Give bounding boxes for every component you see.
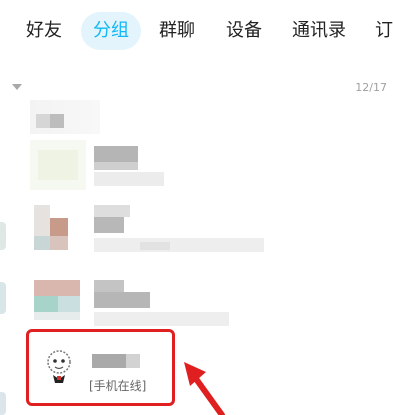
pixelated-avatar bbox=[50, 114, 64, 128]
pixelated-avatar bbox=[34, 280, 80, 296]
pixelated-avatar bbox=[34, 296, 58, 312]
pixelated-avatar bbox=[50, 218, 68, 236]
edge-artifact bbox=[0, 392, 6, 415]
tab-subscriptions[interactable]: 订 bbox=[375, 12, 393, 50]
tab-group-chats[interactable]: 群聊 bbox=[159, 12, 195, 50]
pixelated-name bbox=[94, 146, 138, 162]
edge-artifact bbox=[0, 282, 6, 314]
pixelated-avatar bbox=[36, 114, 50, 128]
red-arrow-icon bbox=[184, 362, 225, 415]
edge-artifact bbox=[0, 222, 6, 250]
tab-friends[interactable]: 好友 bbox=[26, 12, 62, 50]
pixelated-status bbox=[94, 172, 164, 186]
pixelated-avatar bbox=[50, 236, 68, 250]
pixelated-avatar bbox=[58, 296, 80, 312]
triangle-down-icon[interactable] bbox=[12, 84, 22, 90]
pixelated-name bbox=[94, 292, 150, 308]
pixelated-name bbox=[94, 162, 138, 170]
group-online-count: 12/17 bbox=[355, 81, 387, 94]
pixelated-name bbox=[94, 217, 124, 233]
pixelated-status bbox=[94, 238, 264, 252]
tab-devices[interactable]: 设备 bbox=[226, 12, 262, 50]
pixelated-status bbox=[140, 242, 170, 250]
pixelated-status bbox=[94, 312, 229, 326]
pixelated-avatar bbox=[34, 312, 80, 320]
pixelated-name bbox=[94, 280, 124, 292]
pixelated-avatar bbox=[34, 236, 50, 250]
pixelated-name bbox=[94, 205, 130, 217]
pixelated-avatar bbox=[38, 150, 78, 180]
tab-groups[interactable]: 分组 bbox=[81, 12, 141, 50]
annotation-highlight-box bbox=[26, 329, 175, 406]
tab-contacts[interactable]: 通讯录 bbox=[292, 12, 346, 50]
tab-bar: 好友 分组 群聊 设备 通讯录 订 bbox=[0, 0, 393, 62]
